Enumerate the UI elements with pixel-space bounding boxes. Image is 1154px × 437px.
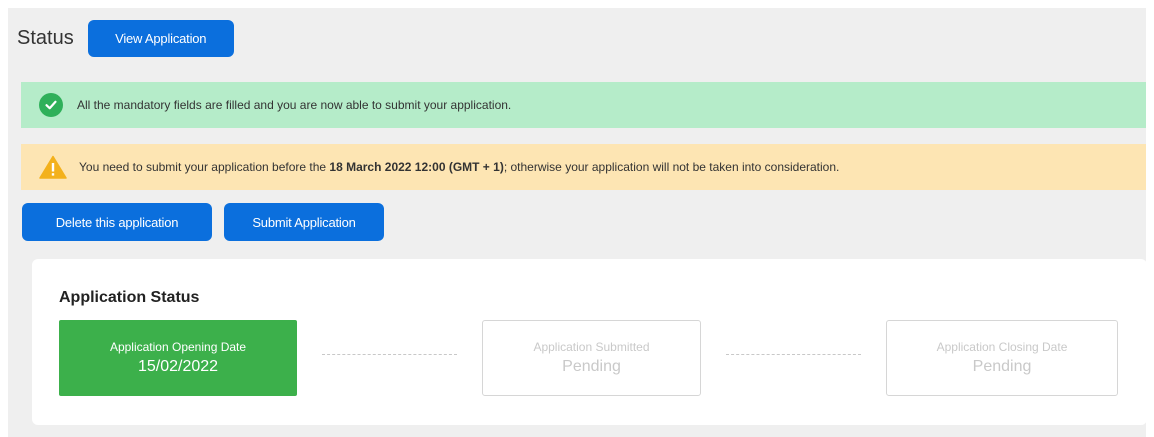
step-connector — [726, 354, 861, 355]
check-circle-icon — [39, 93, 63, 117]
step-opening-date: Application Opening Date 15/02/2022 — [59, 320, 297, 396]
warning-alert: You need to submit your application befo… — [21, 144, 1146, 190]
success-alert: All the mandatory fields are filled and … — [21, 82, 1146, 128]
submission-deadline: 18 March 2022 12:00 (GMT + 1) — [329, 160, 504, 174]
card-title: Application Status — [59, 289, 200, 306]
warning-text-before: You need to submit your application befo… — [79, 160, 330, 174]
step-label: Application Opening Date — [109, 340, 247, 354]
step-value: Pending — [562, 358, 621, 375]
warning-message: You need to submit your application befo… — [79, 160, 839, 174]
step-value: 15/02/2022 — [137, 358, 219, 375]
warning-text-after: ; otherwise your application will not be… — [503, 160, 840, 174]
submit-application-button[interactable]: Submit Application — [224, 203, 384, 241]
step-label: Application Submitted — [533, 340, 650, 354]
step-label: Application Closing Date — [936, 340, 1068, 354]
step-submitted: Application Submitted Pending — [482, 320, 701, 396]
step-connector — [322, 354, 457, 355]
application-actions: Delete this application Submit Applicati… — [22, 203, 384, 241]
view-application-button[interactable]: View Application — [87, 20, 234, 57]
page-title: Status — [17, 27, 74, 49]
application-status-card: Application Status Application Opening D… — [32, 259, 1147, 425]
delete-application-button[interactable]: Delete this application — [22, 203, 212, 241]
status-header: Status View Application — [17, 20, 234, 57]
warning-triangle-icon — [39, 155, 67, 179]
success-message: All the mandatory fields are filled and … — [77, 98, 512, 112]
step-closing-date: Application Closing Date Pending — [886, 320, 1118, 396]
step-value: Pending — [972, 358, 1032, 375]
